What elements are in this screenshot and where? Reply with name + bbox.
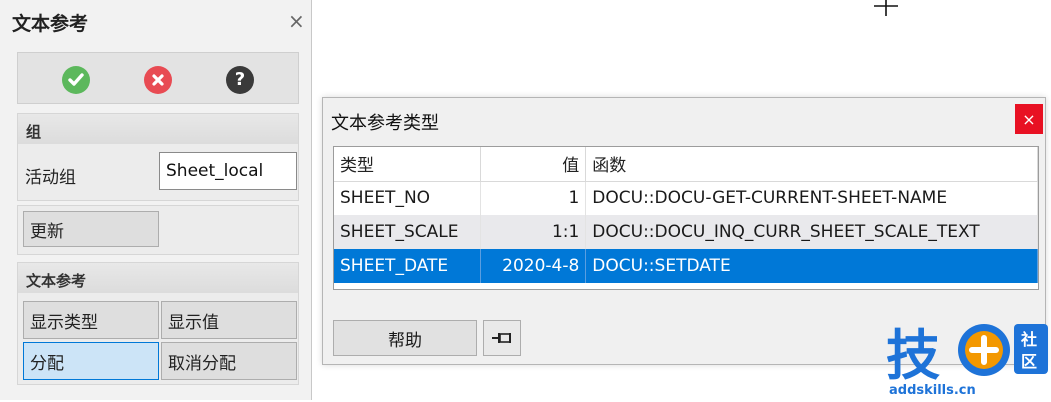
column-header-type[interactable]: 类型 [334,147,482,182]
column-header-value[interactable]: 值 [480,147,587,182]
table-row-selected[interactable]: SHEET_DATE 2020-4-8 DOCU::SETDATE [334,249,1038,283]
update-section: 更新 [17,205,299,255]
text-reference-section: 文本参考 显示类型 显示值 分配 取消分配 [17,262,299,385]
unassign-button[interactable]: 取消分配 [161,342,297,380]
cell-type: SHEET_DATE [334,249,482,283]
active-group-label: 活动组 [25,168,76,188]
check-icon[interactable] [62,66,90,94]
cell-value: 1:1 [480,215,587,249]
question-icon[interactable]: ? [226,66,254,94]
pin-icon[interactable] [483,320,521,356]
logo-side-text-1: 社 [1020,330,1037,349]
panel-title: 文本参考 [12,13,89,35]
active-group-input[interactable] [159,152,297,190]
action-bar: ? [17,52,299,104]
assign-button[interactable]: 分配 [23,342,159,380]
group-section: 组 活动组 [17,113,299,201]
check-glyph [68,73,84,86]
show-type-button[interactable]: 显示类型 [23,301,159,339]
logo-glyph: 技 [886,324,940,387]
cell-function: DOCU::DOCU_INQ_CURR_SHEET_SCALE_TEXT [585,215,1038,249]
cell-type: SHEET_SCALE [334,215,482,249]
cell-value: 1 [480,181,587,215]
table-header-row: 类型 值 函数 [334,147,1038,182]
show-value-button[interactable]: 显示值 [161,301,297,339]
addskills-watermark-logo: 技 社 区 addskills.cn [886,318,1050,398]
reference-table: 类型 值 函数 SHEET_NO 1 DOCU::DOCU-GET-CURREN… [333,146,1039,290]
help-button[interactable]: 帮助 [333,320,477,356]
logo-side-text-2: 区 [1021,352,1037,371]
cell-function: DOCU::DOCU-GET-CURRENT-SHEET-NAME [585,181,1038,215]
watermark-url: addskills.cn [889,383,976,398]
update-button[interactable]: 更新 [23,211,159,247]
crosshair-cursor-icon [874,0,898,16]
table-row[interactable]: SHEET_NO 1 DOCU::DOCU-GET-CURRENT-SHEET-… [334,181,1038,215]
addskills-logo-icon: 技 社 区 addskills.cn [886,324,1048,398]
cell-type: SHEET_NO [334,181,482,215]
group-section-header[interactable]: 组 [18,114,298,144]
cell-value: 2020-4-8 [480,249,587,283]
cell-function: DOCU::SETDATE [585,249,1038,283]
pin-glyph [492,333,511,343]
dialog-title: 文本参考类型 [331,113,439,134]
dialog-close-icon[interactable]: × [1015,104,1043,134]
text-reference-section-header[interactable]: 文本参考 [18,263,298,293]
column-header-function[interactable]: 函数 [585,147,1038,182]
close-icon[interactable]: × [288,9,305,33]
x-icon[interactable] [144,66,172,94]
table-row[interactable]: SHEET_SCALE 1:1 DOCU::DOCU_INQ_CURR_SHEE… [334,215,1038,249]
x-glyph [152,74,164,86]
text-reference-panel: 文本参考 × ? 组 活动组 更新 文本参考 显示类型 显示值 分配 取消分配 [0,0,312,400]
